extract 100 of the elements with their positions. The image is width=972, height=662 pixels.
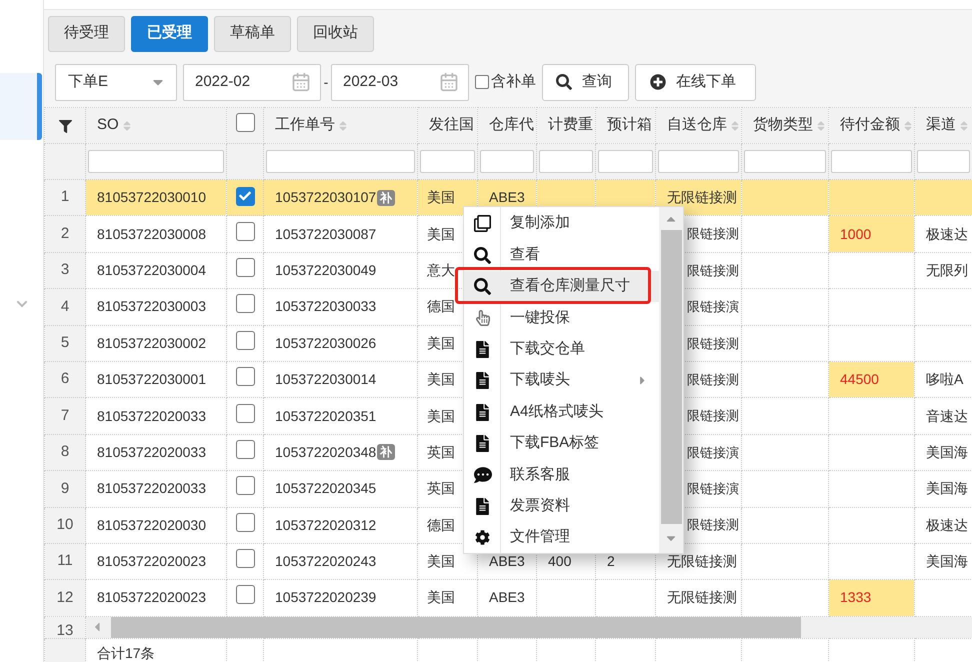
checkbox[interactable] (236, 186, 254, 206)
supplement-tag: 补 (377, 190, 396, 206)
sort-icon[interactable] (120, 120, 133, 132)
table-cell: 81053722020033 (86, 398, 226, 434)
tab[interactable]: 草稿单 (214, 16, 291, 52)
filter-field[interactable] (598, 150, 653, 173)
settings-icon (475, 530, 490, 546)
table-cell: 1053722020239 (264, 580, 418, 616)
checkbox[interactable] (475, 75, 489, 89)
table-cell: 81053722020033 (86, 470, 226, 508)
filter-field[interactable] (831, 150, 912, 173)
search-icon (556, 74, 572, 90)
table-cell: 81053722030003 (86, 288, 226, 326)
sort-icon[interactable] (815, 120, 827, 132)
range-separator: - (322, 72, 330, 92)
table-cell: 无限链接测 (656, 580, 742, 616)
checkbox-label: 含补单 (491, 72, 536, 92)
search-icon (474, 246, 491, 264)
table-cell-text: 1053722030107 (275, 188, 376, 208)
filter-field[interactable] (266, 150, 415, 173)
sort-icon[interactable] (729, 120, 740, 132)
checkbox[interactable] (236, 222, 254, 241)
filter-field[interactable] (420, 150, 475, 173)
tab[interactable]: 回收站 (297, 16, 374, 52)
sort-icon[interactable] (337, 120, 349, 132)
row-number: 7 (60, 406, 70, 424)
table-cell: 1053722020312 (264, 507, 418, 544)
filter-field[interactable] (480, 150, 534, 173)
document-icon (474, 404, 491, 421)
supplement-tag: 补 (377, 444, 396, 460)
tab[interactable]: 已受理 (131, 16, 208, 52)
row-number: 11 (57, 552, 73, 570)
filter-field[interactable] (88, 150, 224, 173)
horizontal-scrollbar[interactable] (86, 616, 972, 638)
checkbox[interactable] (236, 258, 254, 277)
table-cell: 1053722030026 (264, 325, 418, 362)
checkbox[interactable] (236, 330, 254, 350)
date-type-select[interactable]: 下单E (55, 64, 177, 100)
calendar-icon (439, 72, 459, 92)
copy-icon (474, 215, 491, 232)
table-cell: 美国 (418, 580, 478, 616)
column-header[interactable]: SO (97, 114, 119, 137)
chevron-down-icon[interactable] (16, 298, 28, 310)
sort-icon[interactable] (902, 120, 914, 132)
search-icon (474, 278, 491, 295)
tab[interactable]: 待受理 (48, 16, 125, 52)
total-count: 合计17条 (97, 644, 155, 661)
row-number: 8 (60, 443, 70, 460)
table-cell: 1053722020351 (264, 398, 418, 434)
table-cell: 81053722030008 (86, 216, 226, 252)
chat-icon (474, 466, 492, 484)
filter-field[interactable] (658, 150, 739, 173)
table-cell: 81053722020030 (86, 507, 226, 544)
checkbox[interactable] (236, 367, 254, 386)
document-icon (474, 434, 491, 452)
checkbox[interactable] (236, 512, 254, 532)
table-cell-text: 1053722020348 (275, 442, 376, 462)
checkbox[interactable] (236, 549, 254, 568)
checkbox[interactable] (236, 113, 254, 132)
table-cell: 1000 (828, 216, 914, 252)
filter-icon[interactable] (58, 120, 72, 133)
table-cell: 1053722030033 (264, 288, 418, 326)
scrollbar-thumb[interactable] (660, 230, 682, 524)
table-cell: 81053722030002 (86, 325, 226, 362)
checkbox[interactable] (236, 440, 254, 459)
document-icon (474, 498, 491, 515)
plus-icon (650, 74, 666, 90)
menu-item[interactable]: 查看仓库测量尺寸 (464, 270, 659, 302)
table-cell: 81053722020023 (86, 580, 226, 616)
document-icon (474, 372, 491, 390)
checkbox[interactable] (236, 476, 254, 496)
check-icon (239, 190, 251, 202)
add-button[interactable]: 在线下单 (635, 64, 756, 100)
table-cell: 44500 (828, 361, 914, 398)
row-number: 13 (56, 622, 74, 638)
table-cell: 1053722020345 (264, 470, 418, 508)
checkbox[interactable] (236, 404, 254, 423)
scrollbar-thumb[interactable] (111, 616, 801, 638)
table-cell: 1333 (828, 580, 914, 616)
filter-field[interactable] (917, 150, 970, 173)
date-field[interactable]: 2022-02 (183, 64, 321, 100)
sort-icon[interactable] (958, 120, 970, 132)
filter-field[interactable] (744, 150, 826, 173)
menu-scrollbar[interactable] (659, 207, 683, 553)
calendar-icon (291, 72, 311, 92)
checkbox[interactable] (236, 585, 254, 604)
filter-field[interactable] (539, 150, 593, 173)
hand-pointer-icon (474, 310, 490, 326)
table-cell: ABE3 (478, 580, 536, 616)
row-number: 4 (60, 298, 70, 315)
row-number: 2 (60, 224, 70, 242)
checkbox[interactable] (236, 294, 254, 314)
sidebar-active-item[interactable] (0, 73, 42, 140)
table-cell: 1053722030087 (264, 216, 418, 252)
row-number: 1 (60, 188, 70, 206)
row-number: 3 (60, 261, 70, 278)
row-number: 6 (60, 370, 70, 388)
date-field[interactable]: 2022-03 (331, 64, 469, 100)
row-number: 10 (56, 516, 74, 533)
search-button[interactable]: 查询 (542, 64, 629, 100)
